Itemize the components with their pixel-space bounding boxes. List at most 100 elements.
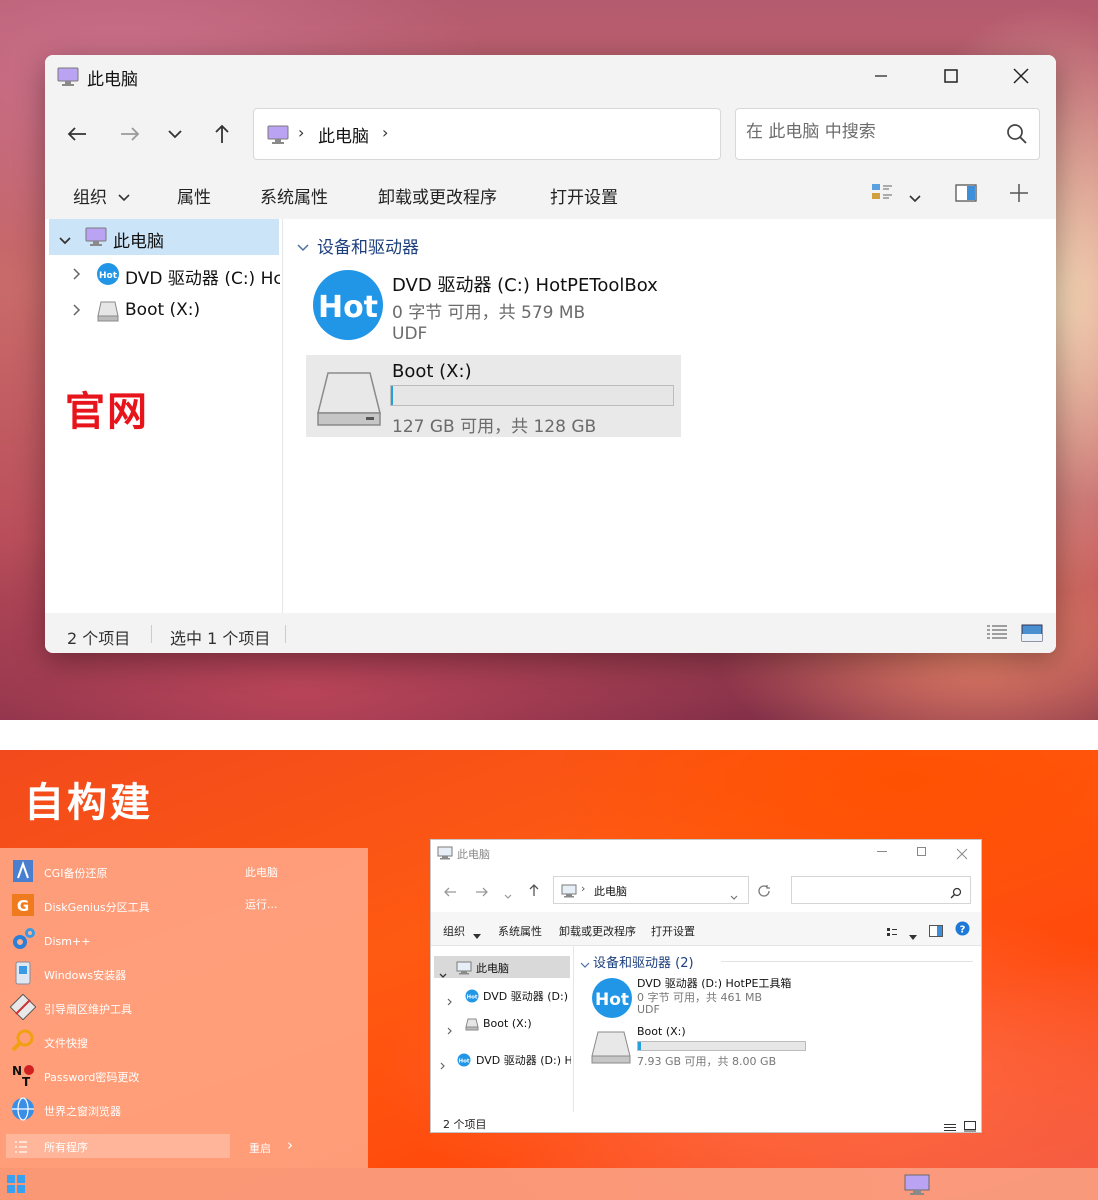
globe-icon — [10, 1096, 36, 1126]
address-bar[interactable]: › 此电脑 › — [253, 108, 721, 160]
hot-drive-icon: Hot — [457, 1052, 471, 1071]
view-dropdown-icon[interactable] — [909, 189, 921, 208]
search-icon[interactable] — [1005, 122, 1029, 150]
computer-icon — [85, 227, 107, 251]
start-item-cgi[interactable]: CGI备份还原 — [10, 858, 230, 888]
group-collapse-chevron-icon[interactable] — [296, 238, 310, 257]
tree-item-dvd-drive[interactable]: DVD 驱动器 (D:) I — [483, 988, 571, 1004]
large-icons-view-icon[interactable] — [964, 1117, 976, 1136]
group-header[interactable]: 设备和驱动器 — [317, 233, 419, 258]
refresh-icon[interactable] — [757, 883, 771, 902]
open-settings-button[interactable]: 打开设置 — [651, 923, 695, 939]
explorer-window: 此电脑 › 此电脑 › 在 此电脑 中搜索 组织 属性 系统属性 卸载或更改程序… — [45, 55, 1056, 653]
tree-item-this-pc[interactable]: 此电脑 — [113, 227, 164, 252]
maximize-button[interactable] — [917, 847, 926, 856]
window-title: 此电脑 — [87, 70, 138, 90]
address-bar[interactable]: › 此电脑 — [553, 876, 749, 904]
close-button[interactable] — [956, 845, 968, 864]
hot-drive-icon[interactable]: Hot — [312, 269, 384, 345]
start-item-browser[interactable]: 世界之窗浏览器 — [10, 1096, 230, 1126]
help-icon[interactable]: ? — [955, 921, 970, 940]
item-count: 2 个项目 — [443, 1118, 487, 1131]
group-collapse-chevron-icon[interactable] — [580, 955, 590, 974]
tree-collapse-chevron-icon[interactable] — [447, 1020, 453, 1039]
tree-item-dvd-drive-network[interactable]: DVD 驱动器 (D:) H — [476, 1052, 571, 1068]
uninstall-programs-button[interactable]: 卸载或更改程序 — [378, 183, 497, 208]
tree-expand-chevron-icon[interactable] — [439, 964, 447, 983]
forward-button[interactable] — [115, 119, 145, 149]
tree-collapse-chevron-icon[interactable] — [72, 266, 82, 285]
start-item-password[interactable]: NT Password密码更改 — [10, 1062, 230, 1092]
tree-collapse-chevron-icon[interactable] — [447, 991, 453, 1010]
search-box[interactable] — [791, 876, 971, 904]
start-right-this-pc[interactable]: 此电脑 — [245, 864, 278, 880]
start-item-diskgenius[interactable]: G DiskGenius分区工具 — [10, 892, 230, 922]
chevron-down-icon[interactable] — [730, 886, 738, 905]
tree-item-this-pc[interactable]: 此电脑 — [476, 960, 509, 976]
chevron-down-icon[interactable] — [118, 188, 130, 207]
group-header[interactable]: 设备和驱动器 (2) — [593, 952, 694, 971]
drive-name[interactable]: Boot (X:) — [637, 1025, 686, 1038]
preview-pane-icon[interactable] — [955, 183, 977, 207]
system-properties-button[interactable]: 系统属性 — [498, 923, 542, 939]
recent-locations-button[interactable] — [504, 885, 512, 904]
restart-button[interactable]: 重启 — [249, 1140, 271, 1156]
minimize-button[interactable] — [877, 851, 887, 852]
restart-arrow-icon[interactable]: › — [287, 1136, 293, 1154]
chevron-down-icon[interactable] — [473, 925, 481, 944]
maximize-button[interactable] — [929, 63, 973, 89]
recent-locations-button[interactable] — [160, 119, 190, 149]
details-view-icon[interactable] — [986, 624, 1008, 646]
tree-item-boot-drive[interactable]: Boot (X:) — [125, 300, 200, 320]
start-item-filesearch[interactable]: 文件快搜 — [10, 1028, 230, 1058]
system-properties-button[interactable]: 系统属性 — [260, 183, 328, 208]
organize-menu[interactable]: 组织 — [73, 183, 107, 208]
breadcrumb-chevron-icon[interactable]: › — [382, 123, 388, 142]
up-button[interactable] — [528, 882, 540, 901]
boot-tool-icon — [9, 993, 37, 1024]
all-programs-button[interactable]: 所有程序 — [6, 1134, 230, 1158]
taskbar-computer-icon[interactable] — [904, 1174, 930, 1200]
properties-button[interactable]: 属性 — [177, 183, 211, 208]
explorer-body: 此电脑 Hot DVD 驱动器 (C:) Hc Boot (X:) 官网 设备和… — [45, 219, 1056, 613]
up-button[interactable] — [207, 119, 237, 149]
start-item-dism[interactable]: Dism++ — [10, 926, 230, 956]
back-button[interactable] — [62, 119, 92, 149]
open-settings-button[interactable]: 打开设置 — [550, 183, 618, 208]
preview-pane-icon[interactable] — [929, 922, 943, 941]
search-input[interactable] — [746, 122, 996, 142]
drive-name[interactable]: DVD 驱动器 (C:) HotPEToolBox — [392, 271, 658, 297]
forward-button[interactable] — [475, 883, 489, 902]
start-item-windows-installer[interactable]: Windows安装器 — [10, 960, 230, 990]
breadcrumb-location[interactable]: 此电脑 — [318, 122, 369, 147]
back-button[interactable] — [443, 883, 457, 902]
uninstall-programs-button[interactable]: 卸载或更改程序 — [559, 923, 636, 939]
tree-collapse-chevron-icon[interactable] — [440, 1055, 446, 1074]
tree-item-boot-drive[interactable]: Boot (X:) — [483, 1017, 532, 1030]
view-options-icon[interactable] — [871, 182, 893, 208]
pane-splitter[interactable] — [282, 219, 283, 613]
details-view-icon[interactable] — [944, 1118, 956, 1137]
search-icon[interactable] — [950, 884, 962, 903]
organize-menu[interactable]: 组织 — [443, 923, 465, 939]
group-divider — [721, 961, 973, 962]
tree-item-dvd-drive[interactable]: DVD 驱动器 (C:) Hc — [125, 264, 280, 289]
minimize-button[interactable] — [859, 63, 903, 89]
diskgenius-icon: G — [10, 892, 36, 922]
start-right-run[interactable]: 运行... — [245, 896, 278, 912]
view-options-icon[interactable] — [886, 923, 898, 942]
self-built-label: 自构建 — [24, 780, 153, 826]
tree-collapse-chevron-icon[interactable] — [72, 302, 82, 321]
start-item-bootsector[interactable]: 引导扇区维护工具 — [9, 993, 230, 1024]
drive-name[interactable]: Boot (X:) — [392, 361, 472, 382]
view-dropdown-icon[interactable] — [909, 926, 917, 945]
tree-expand-chevron-icon[interactable] — [58, 231, 72, 250]
breadcrumb-location[interactable]: 此电脑 — [594, 883, 627, 899]
search-box[interactable] — [735, 108, 1040, 160]
pane-splitter[interactable] — [573, 946, 574, 1112]
close-button[interactable] — [999, 63, 1043, 89]
windows-start-icon[interactable] — [6, 1174, 26, 1198]
large-icons-view-icon[interactable] — [1021, 624, 1043, 646]
hot-drive-icon[interactable]: Hot — [591, 977, 633, 1023]
add-icon[interactable] — [1009, 183, 1029, 207]
